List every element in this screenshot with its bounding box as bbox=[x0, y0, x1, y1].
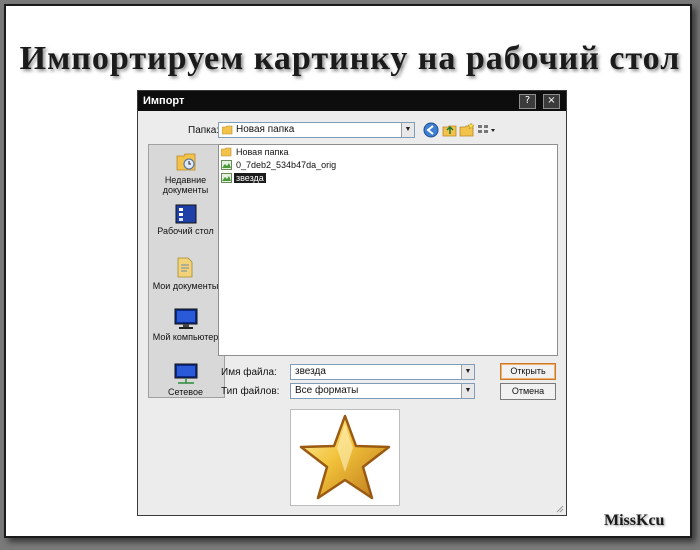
up-folder-icon[interactable] bbox=[442, 122, 458, 138]
place-label: Мои документы bbox=[152, 281, 219, 291]
filetype-value: Все форматы bbox=[295, 385, 359, 396]
place-label: Рабочий стол bbox=[157, 226, 214, 236]
image-file-icon bbox=[221, 173, 232, 183]
new-folder-icon[interactable] bbox=[459, 122, 475, 138]
filename-field[interactable]: звезда ▼ bbox=[290, 364, 475, 380]
gold-star-icon bbox=[299, 414, 391, 500]
folder-icon bbox=[222, 125, 233, 135]
my-computer-icon bbox=[174, 308, 197, 329]
filetype-dropdown[interactable]: Все форматы ▼ bbox=[290, 383, 475, 399]
filetype-label: Тип файлов: bbox=[221, 386, 280, 397]
file-name: Новая папка bbox=[236, 147, 289, 157]
folder-value: Новая папка bbox=[236, 124, 295, 135]
open-button[interactable]: Открыть bbox=[500, 363, 556, 380]
place-label: Мой компьютер bbox=[152, 332, 219, 342]
place-recent-documents[interactable]: Недавние документы bbox=[148, 151, 223, 195]
filename-value: звезда bbox=[295, 366, 326, 377]
close-button[interactable]: × bbox=[543, 94, 560, 109]
back-icon[interactable] bbox=[423, 122, 439, 138]
import-dialog: Импорт ? × Папка: Новая папка ▼ Недавние… bbox=[137, 90, 567, 516]
folder-dropdown[interactable]: Новая папка ▼ bbox=[218, 122, 415, 138]
slide-title: Импортируем картинку на рабочий стол bbox=[19, 40, 681, 77]
place-label: Недавние документы bbox=[162, 175, 209, 195]
file-name: звезда bbox=[234, 173, 266, 183]
place-my-documents[interactable]: Мои документы bbox=[148, 255, 223, 291]
place-label: Сетевое bbox=[168, 387, 203, 397]
view-menu-icon[interactable] bbox=[477, 122, 497, 138]
file-name: 0_7deb2_534b47da_orig bbox=[236, 160, 337, 170]
place-desktop[interactable]: Рабочий стол bbox=[148, 204, 223, 236]
watermark: MissKcu bbox=[604, 512, 665, 529]
file-list[interactable]: Новая папка 0_7deb2_534b47da_orig звезда bbox=[218, 144, 558, 356]
dialog-titlebar: Импорт ? × bbox=[138, 91, 566, 111]
chevron-down-icon: ▼ bbox=[461, 365, 474, 379]
folder-label: Папка: bbox=[188, 125, 220, 136]
desktop-icon bbox=[175, 204, 196, 224]
folder-icon bbox=[221, 147, 232, 157]
resize-grip-icon[interactable] bbox=[554, 503, 564, 513]
my-documents-icon bbox=[177, 257, 192, 278]
place-network[interactable]: Сетевое bbox=[148, 363, 223, 397]
image-preview bbox=[290, 409, 400, 506]
help-button[interactable]: ? bbox=[519, 94, 536, 109]
recent-documents-icon bbox=[176, 153, 195, 171]
place-my-computer[interactable]: Мой компьютер bbox=[148, 308, 223, 342]
dialog-title: Импорт bbox=[143, 95, 185, 107]
chevron-down-icon: ▼ bbox=[401, 123, 414, 137]
network-icon bbox=[174, 363, 197, 384]
chevron-down-icon: ▼ bbox=[461, 384, 474, 398]
image-file-icon bbox=[221, 160, 232, 170]
filename-label: Имя файла: bbox=[221, 367, 277, 378]
cancel-button[interactable]: Отмена bbox=[500, 383, 556, 400]
